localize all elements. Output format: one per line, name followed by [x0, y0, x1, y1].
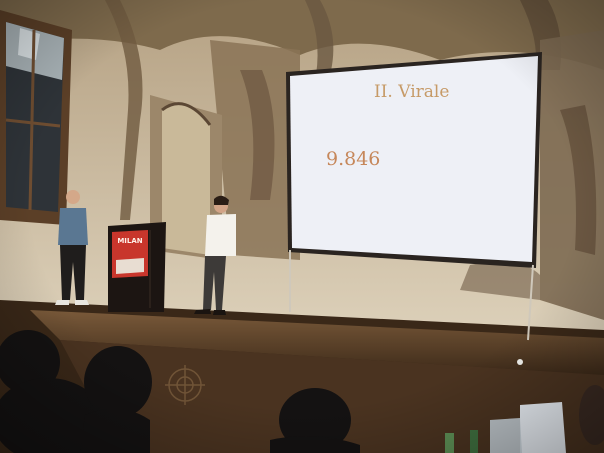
- vignette: [0, 0, 604, 453]
- slide-title: II. Virale: [374, 82, 450, 102]
- podium-sign-text: MILAN: [117, 237, 143, 245]
- scene-illustration: [0, 0, 604, 453]
- photo-scene: II. Virale 9.846 MILAN: [0, 0, 604, 453]
- slide-number: 9.846: [326, 148, 381, 170]
